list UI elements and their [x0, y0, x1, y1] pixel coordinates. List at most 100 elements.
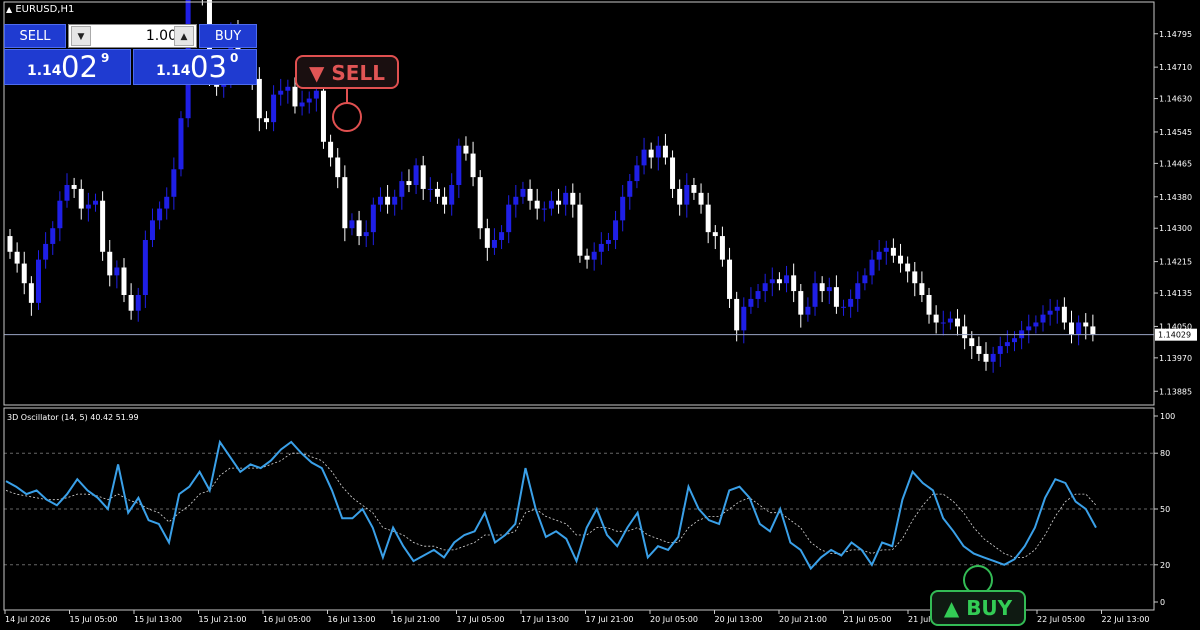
candle-body [712, 232, 718, 237]
candle-body [477, 177, 483, 229]
candle-body [513, 196, 519, 205]
x-tick-label: 20 Jul 21:00 [779, 615, 827, 624]
candle-body [776, 279, 782, 284]
candle-body [955, 318, 961, 327]
collapse-triangle-icon[interactable]: ▲ [6, 5, 12, 14]
candle-body [841, 306, 847, 308]
volume-input[interactable] [93, 27, 181, 45]
candle-body [791, 275, 797, 292]
candle-body [798, 291, 804, 315]
osc-y-tick-label: 50 [1160, 505, 1170, 514]
y-tick-label: 1.13885 [1159, 387, 1192, 396]
candle-body [577, 204, 583, 256]
candle-body [584, 255, 590, 260]
candle-body [385, 196, 391, 205]
candle-body [406, 181, 412, 185]
candle-body [534, 200, 540, 209]
ask-price-pips: 03 [190, 50, 227, 84]
candle-body [149, 220, 155, 240]
candle-body [121, 267, 127, 295]
candle-body [363, 232, 369, 237]
candle-body [256, 78, 262, 119]
x-tick-label: 21 Jul 05:00 [844, 615, 892, 624]
candle-body [71, 185, 77, 189]
candle-body [449, 185, 455, 205]
candle-body [335, 157, 341, 178]
candle-body [1054, 306, 1060, 311]
candle-body [527, 188, 533, 201]
ask-price-button[interactable]: 1.14 03 0 [133, 49, 257, 85]
candle-body [328, 141, 334, 158]
bid-price-button[interactable]: 1.14 02 9 [4, 49, 131, 85]
candle-body [342, 177, 348, 229]
candle-body [78, 188, 84, 209]
candle-body [57, 200, 63, 229]
osc-y-tick-label: 20 [1160, 561, 1170, 570]
x-tick-label: 15 Jul 13:00 [134, 615, 182, 624]
candle-body [698, 192, 704, 205]
candle-body [1012, 338, 1018, 343]
candle-body [997, 346, 1003, 354]
chevron-up-icon: ▲ [180, 32, 188, 42]
x-tick-label: 22 Jul 05:00 [1037, 615, 1085, 624]
chart-canvas: 1.147951.147101.146301.145451.144651.143… [3, 0, 1197, 624]
candle-body [634, 165, 640, 182]
volume-increase-button[interactable]: ▲ [174, 26, 194, 46]
candle-body [755, 291, 761, 299]
osc-y-tick-label: 0 [1160, 598, 1165, 607]
candle-body [1040, 314, 1046, 323]
candle-body [128, 295, 134, 311]
candle-body [926, 295, 932, 315]
x-tick-label: 15 Jul 05:00 [70, 615, 118, 624]
candle-body [178, 118, 184, 170]
candle-body [848, 298, 854, 307]
y-tick-label: 1.14380 [1159, 193, 1192, 202]
x-tick-label: 20 Jul 05:00 [650, 615, 698, 624]
candle-body [463, 145, 469, 154]
candle-body [1026, 326, 1032, 331]
candle-body [705, 204, 711, 233]
candle-body [905, 263, 911, 272]
candle-body [684, 185, 690, 205]
candle-body [413, 165, 419, 185]
ask-price-fraction: 0 [230, 51, 239, 65]
candle-body [157, 208, 163, 221]
candle-body [420, 165, 426, 189]
candle-body [442, 196, 448, 205]
y-tick-label: 1.13970 [1159, 354, 1192, 363]
candle-body [670, 157, 676, 189]
candle-body [142, 240, 148, 295]
candle-body [613, 220, 619, 240]
y-tick-label: 1.14465 [1159, 159, 1192, 168]
candle-body [962, 326, 968, 339]
candle-body [784, 275, 790, 284]
candle-body [499, 232, 505, 240]
candle-body [1047, 310, 1053, 315]
candle-body [641, 149, 647, 166]
y-tick-label: 1.14215 [1159, 258, 1192, 267]
candle-body [862, 275, 868, 284]
candle-body [7, 236, 13, 252]
x-tick-label: 17 Jul 13:00 [521, 615, 569, 624]
candle-body [107, 251, 113, 276]
y-tick-label: 1.14300 [1159, 224, 1192, 233]
oscillator-chart[interactable] [4, 439, 1154, 595]
volume-decrease-button[interactable]: ▼ [71, 26, 91, 46]
candle-body [719, 236, 725, 260]
sell-button[interactable]: SELL [4, 24, 66, 48]
candle-body [377, 196, 383, 205]
y-tick-label: 1.14795 [1159, 30, 1192, 39]
y-tick-label: 1.14630 [1159, 95, 1192, 104]
candle-body [1083, 322, 1089, 327]
candle-body [812, 283, 818, 307]
candle-body [306, 98, 312, 103]
candle-body [890, 247, 896, 256]
candle-body [727, 259, 733, 299]
candle-body [548, 200, 554, 209]
x-tick-label: 20 Jul 13:00 [715, 615, 763, 624]
candle-body [1033, 322, 1039, 327]
candle-body [164, 196, 170, 209]
candle-body [563, 192, 569, 205]
candle-body [50, 228, 56, 244]
buy-button[interactable]: BUY [199, 24, 257, 48]
